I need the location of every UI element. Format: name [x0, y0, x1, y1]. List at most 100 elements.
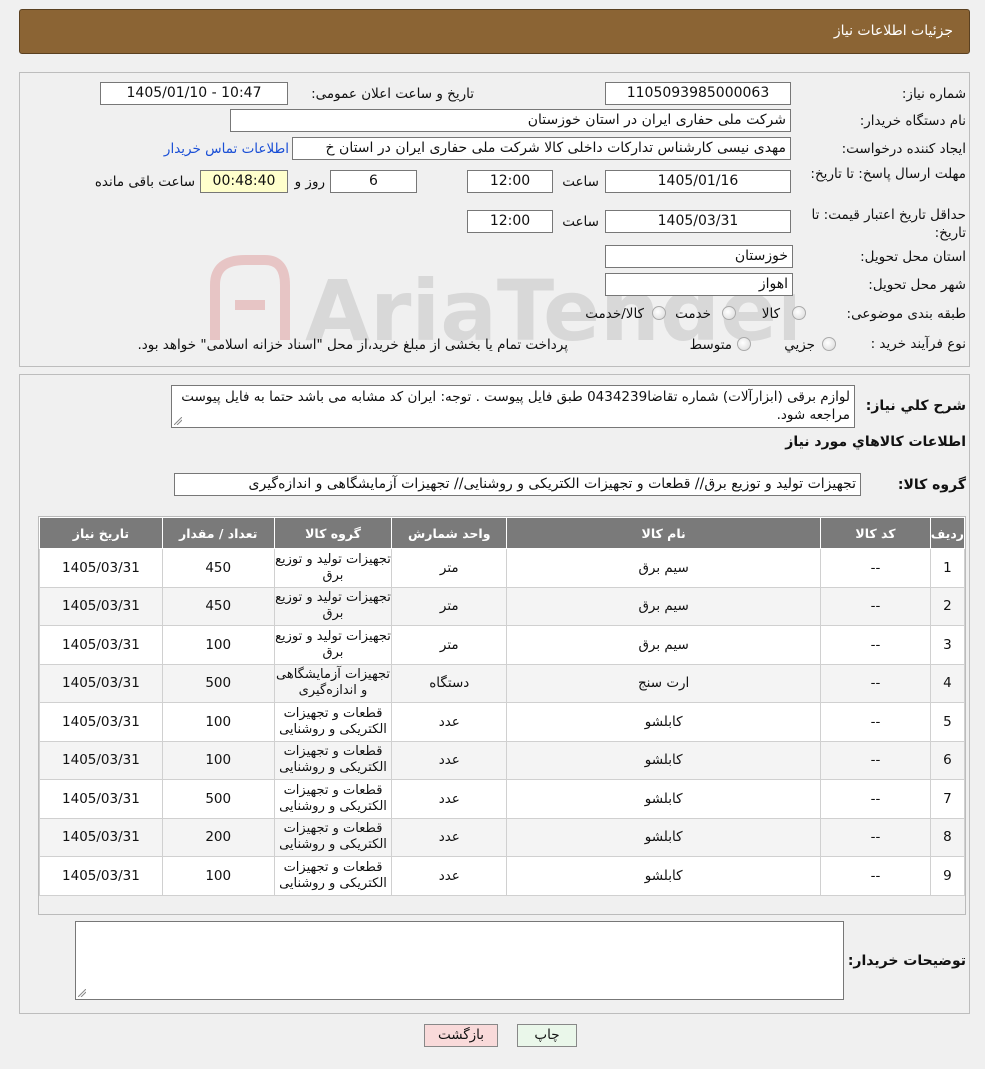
deadline-time-label: ساعت [562, 174, 599, 190]
column-header: نام کالا [506, 517, 822, 549]
item-code-cell: -- [820, 856, 931, 896]
summary-text: لوازم برقی (ابزارآلات) شماره تقاضا043423… [181, 389, 850, 423]
print-button[interactable]: چاپ [517, 1024, 577, 1047]
table-row: 5 -- کابلشو عدد قطعات و تجهیزات الکتریکی و ر… [39, 702, 966, 742]
column-header: تاریخ نیاز [39, 517, 163, 549]
need-date-cell: 1405/03/31 [39, 548, 163, 588]
validity-label: حداقل تاریخ اعتبار قیمت: تا تاریخ: [811, 207, 966, 241]
buyer-org-label: نام دستگاه خریدار: [859, 113, 966, 129]
deadline-date-field: 1405/01/16 [605, 170, 791, 193]
item-code-cell: -- [820, 702, 931, 742]
category-radio-goods[interactable] [792, 306, 806, 320]
unit-cell: عدد [391, 740, 508, 780]
column-header: کد کالا [820, 517, 931, 549]
quantity-cell: 200 [161, 817, 275, 857]
table-row: 6 -- کابلشو عدد قطعات و تجهیزات الکتریکی و ر… [39, 740, 966, 780]
item-group-cell: تجهیزات آزمایشگاهی و اندازه‌گیری [273, 663, 393, 703]
item-code-cell: -- [820, 817, 931, 857]
need-date-cell: 1405/03/31 [39, 740, 163, 780]
resize-handle-icon[interactable] [174, 417, 182, 425]
item-code-cell: -- [820, 740, 931, 780]
purchase-type-label: نوع فرآیند خرید : [870, 336, 966, 352]
back-button[interactable]: بازگشت [424, 1024, 498, 1047]
item-name-cell: سیم برق [506, 625, 822, 665]
unit-cell: متر [391, 625, 508, 665]
resize-handle-icon[interactable] [78, 989, 86, 997]
item-name-cell: کابلشو [506, 779, 822, 819]
category-option-service: خدمت [675, 306, 711, 322]
unit-cell: متر [391, 548, 508, 588]
city-field: اهواز [605, 273, 793, 296]
buyer-notes-label: توضیحات خریدار: [847, 953, 966, 969]
creator-label: ایجاد کننده درخواست: [841, 141, 966, 157]
need-date-cell: 1405/03/31 [39, 586, 163, 626]
quantity-cell: 500 [161, 663, 275, 703]
item-name-cell: سیم برق [506, 586, 822, 626]
item-name-cell: کابلشو [506, 817, 822, 857]
deadline-time-field: 12:00 [467, 170, 553, 193]
need-date-cell: 1405/03/31 [39, 663, 163, 703]
need-date-cell: 1405/03/31 [39, 856, 163, 896]
days-label: روز و [294, 174, 325, 190]
announce-label: تاریخ و ساعت اعلان عمومی: [311, 86, 474, 102]
item-group-cell: تجهیزات تولید و توزیع برق [273, 625, 393, 665]
unit-cell: عدد [391, 856, 508, 896]
item-code-cell: -- [820, 779, 931, 819]
purchase-radio-minor[interactable] [822, 337, 836, 351]
column-header: تعداد / مقدار [161, 517, 275, 549]
province-label: استان محل تحویل: [860, 249, 966, 265]
category-radio-service[interactable] [722, 306, 736, 320]
item-group-cell: قطعات و تجهیزات الکتریکی و روشنایی [273, 702, 393, 742]
row-number-cell: 5 [929, 702, 966, 742]
validity-time-label: ساعت [562, 214, 599, 230]
creator-field: مهدی نیسی کارشناس تدارکات داخلی کالا شرک… [292, 137, 791, 160]
announce-datetime-field: 1405/01/10 - 10:47 [100, 82, 288, 105]
purchase-radio-medium[interactable] [737, 337, 751, 351]
item-group-cell: قطعات و تجهیزات الکتریکی و روشنایی [273, 817, 393, 857]
table-row: 3 -- سیم برق متر تجهیزات تولید و توزیع برق 10… [39, 625, 966, 665]
item-name-cell: کابلشو [506, 856, 822, 896]
time-remaining-field: 00:48:40 [200, 170, 288, 193]
category-label: طبقه بندی موضوعی: [846, 306, 966, 322]
category-option-goods-service: کالا/خدمت [585, 306, 644, 322]
item-group-cell: قطعات و تجهیزات الکتریکی و روشنایی [273, 740, 393, 780]
quantity-cell: 450 [161, 586, 275, 626]
need-date-cell: 1405/03/31 [39, 625, 163, 665]
row-number-cell: 4 [929, 663, 966, 703]
purchase-option-minor: جزیي [784, 337, 815, 353]
validity-time-field: 12:00 [467, 210, 553, 233]
item-name-cell: کابلشو [506, 702, 822, 742]
row-number-cell: 7 [929, 779, 966, 819]
item-code-cell: -- [820, 548, 931, 588]
item-code-cell: -- [820, 586, 931, 626]
category-radio-goods-service[interactable] [652, 306, 666, 320]
item-group-cell: تجهیزات تولید و توزیع برق [273, 548, 393, 588]
purchase-option-medium: متوسط [689, 337, 732, 353]
quantity-cell: 500 [161, 779, 275, 819]
row-number-cell: 8 [929, 817, 966, 857]
buyer-notes-textarea[interactable] [75, 921, 844, 1000]
row-number-cell: 1 [929, 548, 966, 588]
item-name-cell: کابلشو [506, 740, 822, 780]
goods-group-label: گروه کالا: [897, 477, 966, 493]
buyer-contact-link[interactable]: اطلاعات تماس خریدار [164, 141, 289, 157]
item-code-cell: -- [820, 663, 931, 703]
table-row: 4 -- ارت سنج دستگاه تجهیزات آزمایشگاهی و اند… [39, 663, 966, 703]
row-number-cell: 2 [929, 586, 966, 626]
days-remaining-field: 6 [330, 170, 417, 193]
summary-label: شرح کلي نياز: [865, 398, 966, 414]
goods-info-title: اطلاعات کالاهاي مورد نياز [785, 434, 966, 450]
quantity-cell: 100 [161, 625, 275, 665]
table-row: 7 -- کابلشو عدد قطعات و تجهیزات الکتریکی و ر… [39, 779, 966, 819]
summary-textarea[interactable]: لوازم برقی (ابزارآلات) شماره تقاضا043423… [171, 385, 855, 428]
city-label: شهر محل تحویل: [868, 277, 966, 293]
quantity-cell: 450 [161, 548, 275, 588]
table-row: 9 -- کابلشو عدد قطعات و تجهیزات الکتریکی و ر… [39, 856, 966, 896]
unit-cell: دستگاه [391, 663, 508, 703]
time-remaining-label: ساعت باقی مانده [94, 174, 195, 190]
goods-group-field: تجهیزات تولید و توزیع برق// قطعات و تجهی… [174, 473, 861, 496]
table-row: 1 -- سیم برق متر تجهیزات تولید و توزیع برق 45… [39, 548, 966, 588]
row-number-cell: 6 [929, 740, 966, 780]
table-header-row: رديف کد کالا نام کالا واحد شمارش گروه کالا تع… [39, 517, 966, 549]
unit-cell: عدد [391, 779, 508, 819]
